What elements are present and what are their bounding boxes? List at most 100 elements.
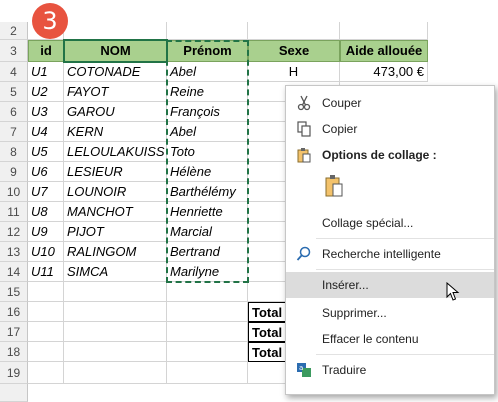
- cell[interactable]: [28, 322, 64, 342]
- cell-prenom[interactable]: Henriette: [167, 202, 248, 222]
- row-header[interactable]: 17: [0, 322, 28, 342]
- row-header[interactable]: 2: [0, 22, 28, 40]
- row-header[interactable]: 8: [0, 142, 28, 162]
- cell[interactable]: [64, 302, 167, 322]
- menu-separator: [316, 238, 494, 239]
- cell[interactable]: [167, 22, 248, 40]
- cell-prenom[interactable]: Bertrand: [167, 242, 248, 262]
- cell[interactable]: [28, 362, 64, 384]
- cell[interactable]: [64, 342, 167, 362]
- cell-nom[interactable]: MANCHOT: [64, 202, 167, 222]
- menu-item-recherche[interactable]: Recherche intelligente: [286, 241, 494, 267]
- cell-prenom[interactable]: Hélène: [167, 162, 248, 182]
- cell[interactable]: [167, 282, 248, 302]
- row-header[interactable]: 18: [0, 342, 28, 362]
- menu-item-copier[interactable]: Copier: [286, 116, 494, 142]
- menu-item-couper[interactable]: Couper: [286, 90, 494, 116]
- mouse-cursor-icon: [446, 282, 460, 301]
- row-header[interactable]: 5: [0, 82, 28, 102]
- cell[interactable]: [167, 362, 248, 384]
- menu-label: Copier: [322, 122, 358, 136]
- cell[interactable]: [64, 362, 167, 384]
- cell[interactable]: [28, 282, 64, 302]
- row-header[interactable]: 6: [0, 102, 28, 122]
- cell[interactable]: [64, 22, 167, 40]
- row-header[interactable]: [0, 384, 28, 402]
- cell-id[interactable]: U1: [28, 62, 64, 82]
- row-header[interactable]: 15: [0, 282, 28, 302]
- menu-label: Insérer...: [322, 278, 369, 292]
- cell-id[interactable]: U3: [28, 102, 64, 122]
- cell-prenom[interactable]: Barthélémy: [167, 182, 248, 202]
- cell-id[interactable]: U9: [28, 222, 64, 242]
- cell-nom[interactable]: SIMCA: [64, 262, 167, 282]
- header-prenom[interactable]: Prénom: [167, 40, 248, 62]
- cell[interactable]: [64, 282, 167, 302]
- menu-item-supprimer[interactable]: Supprimer...: [286, 300, 494, 326]
- cell-id[interactable]: U8: [28, 202, 64, 222]
- cell-prenom[interactable]: Marilyne: [167, 262, 248, 282]
- cell-prenom[interactable]: Abel: [167, 122, 248, 142]
- cell[interactable]: [248, 22, 340, 40]
- cell-nom[interactable]: KERN: [64, 122, 167, 142]
- cell-nom[interactable]: LELOULAKUISS: [64, 142, 167, 162]
- cell-id[interactable]: U6: [28, 162, 64, 182]
- paste-icon: [325, 175, 343, 197]
- cell-nom[interactable]: RALINGOM: [64, 242, 167, 262]
- row-header[interactable]: 13: [0, 242, 28, 262]
- row-header[interactable]: 16: [0, 302, 28, 322]
- header-id[interactable]: id: [28, 40, 64, 62]
- copy-icon: [297, 121, 311, 137]
- step-badge-3: 3: [32, 3, 68, 39]
- menu-item-traduire[interactable]: a Traduire: [286, 357, 494, 383]
- cell-prenom[interactable]: Abel: [167, 62, 248, 82]
- spreadsheet: 2 3 4 5 6 7 8 9 10 11 12 13 14 15 16 17 …: [0, 0, 498, 402]
- cell[interactable]: [167, 302, 248, 322]
- cell-nom[interactable]: PIJOT: [64, 222, 167, 242]
- header-nom[interactable]: NOM: [64, 40, 167, 62]
- menu-label: Traduire: [322, 363, 367, 377]
- cell-nom[interactable]: GAROU: [64, 102, 167, 122]
- menu-item-effacer[interactable]: Effacer le contenu: [286, 326, 494, 352]
- cell-prenom[interactable]: Marcial: [167, 222, 248, 242]
- row-header[interactable]: 9: [0, 162, 28, 182]
- cell[interactable]: [340, 22, 428, 40]
- row-header[interactable]: 10: [0, 182, 28, 202]
- cell-nom[interactable]: LOUNOIR: [64, 182, 167, 202]
- cell-id[interactable]: U4: [28, 122, 64, 142]
- clipboard-icon: [297, 148, 311, 163]
- row-header[interactable]: 4: [0, 62, 28, 82]
- cell[interactable]: [167, 342, 248, 362]
- cell[interactable]: [28, 302, 64, 322]
- cell-prenom[interactable]: François: [167, 102, 248, 122]
- cell-id[interactable]: U7: [28, 182, 64, 202]
- row-header[interactable]: 14: [0, 262, 28, 282]
- cell-aide[interactable]: 473,00 €: [340, 62, 428, 82]
- menu-heading-options-collage: Options de collage :: [286, 142, 494, 168]
- row-header[interactable]: 12: [0, 222, 28, 242]
- paste-option-button[interactable]: [286, 168, 494, 206]
- menu-item-collage-special[interactable]: Collage spécial...: [286, 210, 494, 236]
- cell-sexe[interactable]: H: [248, 62, 340, 82]
- cell-id[interactable]: U2: [28, 82, 64, 102]
- header-aide[interactable]: Aide allouée: [340, 40, 428, 62]
- cell-nom[interactable]: LESIEUR: [64, 162, 167, 182]
- row-header[interactable]: 11: [0, 202, 28, 222]
- row-header[interactable]: 19: [0, 362, 28, 384]
- translate-icon: a: [297, 363, 311, 377]
- cell[interactable]: [28, 342, 64, 362]
- cell-prenom[interactable]: Reine: [167, 82, 248, 102]
- cell-id[interactable]: U10: [28, 242, 64, 262]
- cell[interactable]: [64, 322, 167, 342]
- cell[interactable]: [167, 322, 248, 342]
- row-header[interactable]: 7: [0, 122, 28, 142]
- cell-id[interactable]: U11: [28, 262, 64, 282]
- cell-prenom[interactable]: Toto: [167, 142, 248, 162]
- menu-item-inserer[interactable]: Insérer...: [286, 272, 494, 301]
- row-header[interactable]: 3: [0, 40, 28, 62]
- header-sexe[interactable]: Sexe: [248, 40, 340, 62]
- cell-nom[interactable]: COTONADE: [64, 62, 167, 82]
- cell-nom[interactable]: FAYOT: [64, 82, 167, 102]
- cell-id[interactable]: U5: [28, 142, 64, 162]
- menu-label: Effacer le contenu: [322, 332, 419, 346]
